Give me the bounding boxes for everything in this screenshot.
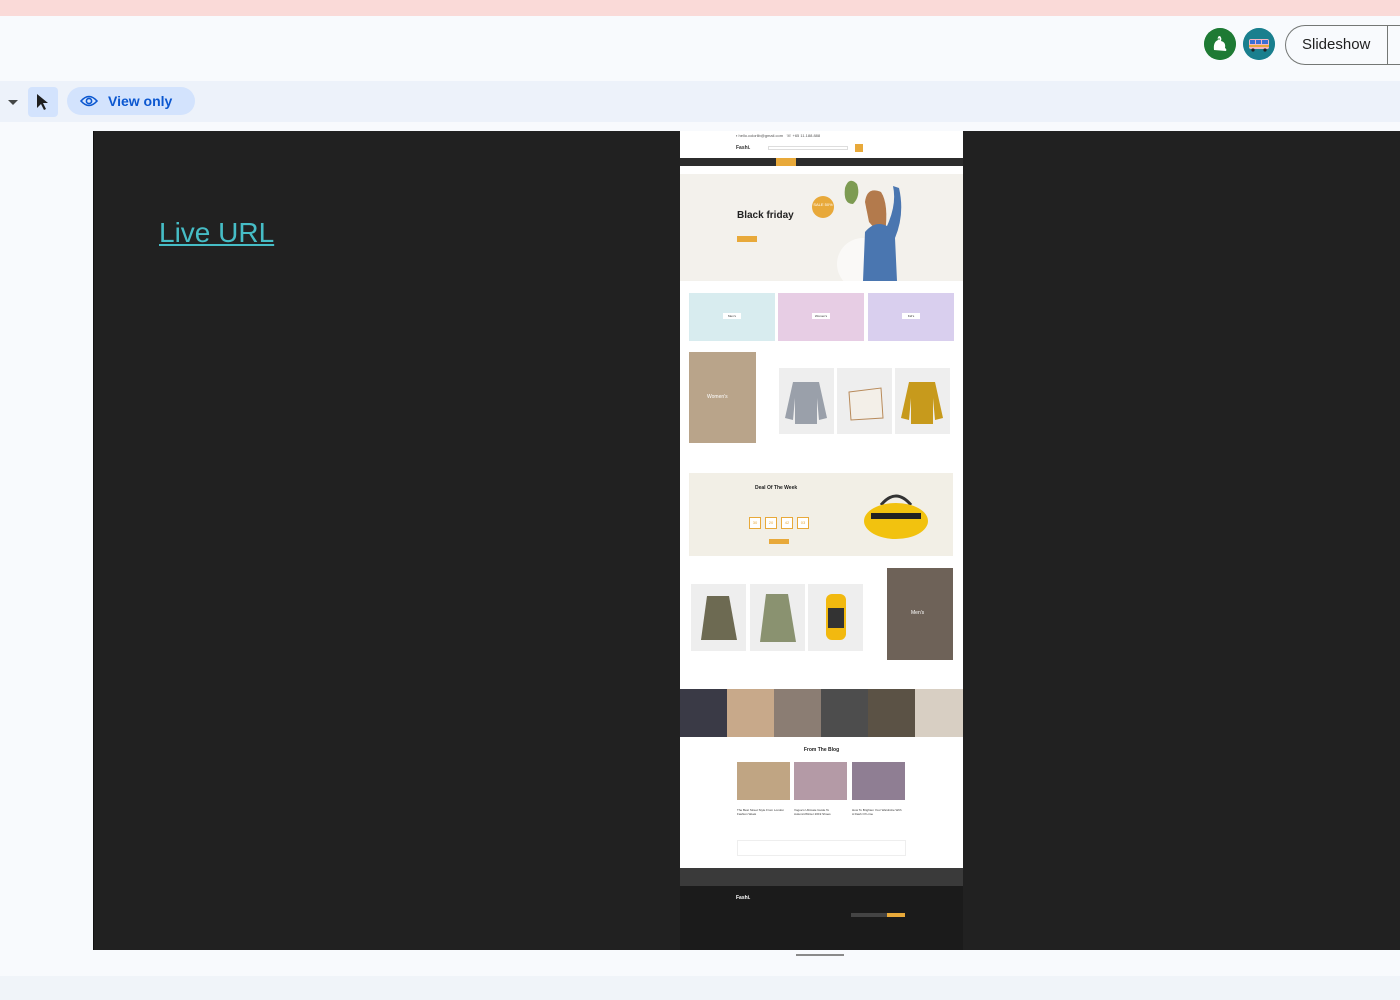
- site-mens-banner: Men's: [887, 568, 953, 660]
- squirrel-avatar-icon: [1204, 28, 1236, 60]
- site-hero: Black friday SALE 50%: [680, 174, 963, 281]
- site-product-card: [837, 368, 892, 434]
- site-product-card: [779, 368, 834, 434]
- view-only-label: View only: [108, 93, 173, 109]
- site-blog-post-title: Vogue's Ultimate Guide To Autumn/Winter …: [794, 808, 831, 816]
- slideshow-button[interactable]: Slideshow: [1285, 25, 1400, 65]
- site-deal-button: [769, 539, 789, 544]
- site-blog-title: From The Blog: [803, 747, 840, 753]
- site-search-input: [768, 146, 848, 150]
- site-instagram-image: [727, 689, 774, 737]
- site-instagram-image: [868, 689, 915, 737]
- notification-strip: [0, 0, 1400, 16]
- site-hero-badge: SALE 50%: [812, 196, 834, 218]
- site-blog-post-title: The Best Street Style From London Fashio…: [737, 808, 785, 816]
- app-header: Slideshow: [0, 16, 1400, 81]
- collaborator-avatar[interactable]: [1204, 28, 1236, 60]
- site-newsletter-input: [851, 913, 887, 917]
- site-womens-banner: Women's: [689, 352, 756, 443]
- collaborator-avatar[interactable]: [1243, 28, 1275, 60]
- site-category-card: Kid's: [868, 293, 954, 341]
- site-product-card: [750, 584, 805, 651]
- cursor-arrow-icon: [37, 94, 48, 110]
- slideshow-dropdown-divider: [1387, 25, 1388, 65]
- site-benefits-row: [737, 840, 906, 856]
- site-hero-title: Black friday: [737, 210, 794, 221]
- slide-canvas: Live URL ▪ hello.colorlib@gmail.com ☏ +6…: [0, 122, 1400, 976]
- site-instagram-image: [774, 689, 821, 737]
- hero-model-image: [837, 180, 902, 281]
- site-product-card: [808, 584, 863, 651]
- site-topbar: ▪ hello.colorlib@gmail.com ☏ +65 11.188.…: [736, 133, 821, 138]
- bus-avatar-icon: [1243, 28, 1275, 60]
- select-tool-button[interactable]: [28, 87, 58, 117]
- site-category-card: Women's: [778, 293, 864, 341]
- site-product-card: [691, 584, 746, 651]
- bottom-bar: [0, 976, 1400, 1000]
- site-instagram-image: [915, 689, 963, 737]
- site-newsletter-button: [887, 913, 905, 917]
- live-url-link[interactable]: Live URL: [159, 217, 274, 249]
- view-only-badge[interactable]: View only: [67, 87, 195, 115]
- site-instagram-image: [821, 689, 868, 737]
- site-instagram-image: [680, 689, 727, 737]
- eye-icon: [80, 95, 98, 107]
- site-nav-active: [776, 158, 796, 166]
- site-blog-post-title: How To Brighten Your Wardrobe With A Das…: [852, 808, 902, 816]
- site-search-button: [855, 144, 863, 152]
- site-deal-section: Deal Of The Week 30 20 42 03: [689, 473, 953, 556]
- site-footer: Fashi.: [680, 886, 963, 950]
- site-hero-button: [737, 236, 757, 242]
- slide: Live URL ▪ hello.colorlib@gmail.com ☏ +6…: [93, 131, 1400, 950]
- toolbar: View only: [0, 81, 1400, 122]
- site-product-card: [895, 368, 950, 434]
- site-blog-image: [852, 762, 905, 800]
- website-screenshot-thumbnail: ▪ hello.colorlib@gmail.com ☏ +65 11.188.…: [680, 131, 963, 950]
- site-category-card: Men's: [689, 293, 775, 341]
- site-blog-image: [737, 762, 790, 800]
- chevron-down-icon[interactable]: [8, 100, 18, 105]
- site-brand-logos: [680, 868, 963, 886]
- site-blog-image: [794, 762, 847, 800]
- site-navbar: [680, 158, 963, 166]
- scroll-indicator[interactable]: [796, 954, 844, 956]
- bag-product-image: [864, 494, 928, 539]
- site-logo: Fashi.: [736, 145, 751, 151]
